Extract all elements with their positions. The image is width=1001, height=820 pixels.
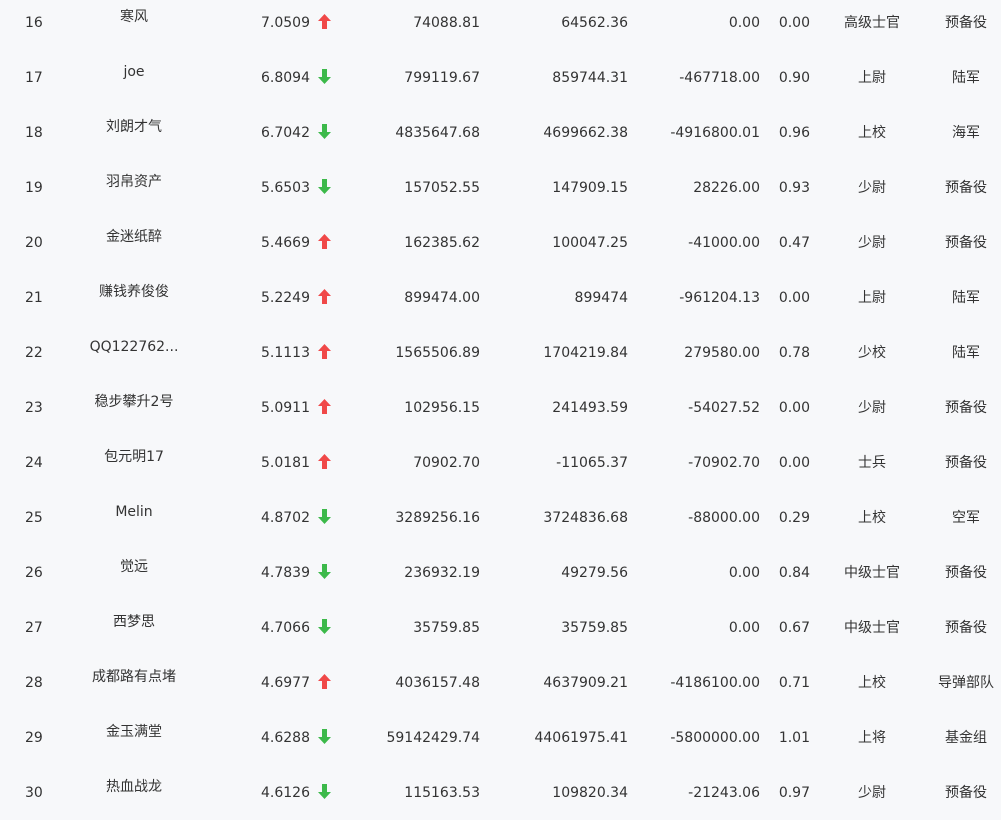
- ratio-cell: 0.97: [778, 785, 810, 801]
- table-row[interactable]: 30 热血战龙 4.6126 115163.53 109820.34 -21243.06 0…: [0, 767, 1001, 820]
- table-row[interactable]: 17 joe 6.8094 799119.67 859744.31 -467718.00 0…: [0, 52, 1001, 107]
- table-row[interactable]: 27 西梦思 4.7066 35759.85 35759.85 0.00 0.67 中级士官预…: [0, 602, 1001, 657]
- value-cell-2: 109820.34: [552, 785, 628, 801]
- table-row[interactable]: 25 Melin 4.8702 3289256.16 3724836.68 -88000.…: [0, 492, 1001, 547]
- table-row[interactable]: 24 包元明17 5.0181 70902.70 -11065.37 -70902.70 0…: [0, 437, 1001, 492]
- value-cell-1: 115163.53: [404, 785, 480, 801]
- table-row[interactable]: 20 金迷纸醉 5.4669 162385.62 100047.25 -41000.00 0…: [0, 217, 1001, 272]
- military-rank-cell: 少尉: [858, 785, 886, 801]
- table-row[interactable]: 16 寒风 7.0509 74088.81 64562.36 0.00 0.00 高级士官 预备…: [0, 0, 1001, 52]
- table-row[interactable]: 28 成都路有点堵 4.6977 4036157.48 4637909.21 -41861…: [0, 657, 1001, 712]
- table-row[interactable]: 19 羽帛资产 5.6503 157052.55 147909.15 28226.00 0.…: [0, 162, 1001, 217]
- rank-cell: 30: [25, 785, 43, 801]
- table-row[interactable]: 26 觉远 4.7839 236932.19 49279.56 0.00 0.84 中级士官预…: [0, 547, 1001, 602]
- value-cell-3: -21243.06: [688, 785, 760, 801]
- table-row[interactable]: 22 QQ122762... 5.1113 1565506.89 1704219.84 2…: [0, 327, 1001, 382]
- table-row[interactable]: 18 刘朗才气 6.7042 4835647.68 4699662.38 -4916800…: [0, 107, 1001, 162]
- table-row[interactable]: 23 稳步攀升2号 5.0911 102956.15 241493.59 -54027.5…: [0, 382, 1001, 437]
- score-cell: 4.6126: [261, 785, 310, 801]
- ranking-table: 16 寒风 7.0509 74088.81 64562.36 0.00 0.00 高级士官 预备…: [0, 0, 1001, 817]
- table-row[interactable]: 29 金玉满堂 4.6288 59142429.74 44061975.41 -58000…: [0, 712, 1001, 767]
- name-cell[interactable]: 热血战龙: [64, 780, 204, 820]
- unit-cell: 预备役: [945, 785, 987, 801]
- table-row[interactable]: 21 赚钱养俊俊 5.2249 899474.00 899474 -961204.13 0.…: [0, 272, 1001, 327]
